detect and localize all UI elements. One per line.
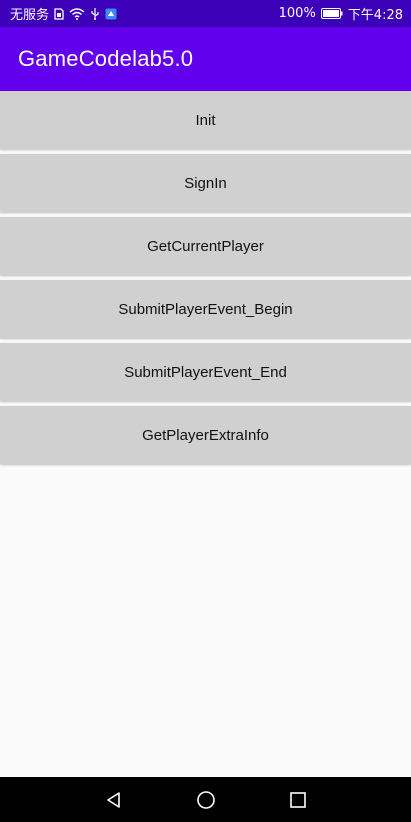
get-player-extra-info-button[interactable]: GetPlayerExtraInfo bbox=[0, 406, 411, 464]
wifi-icon bbox=[69, 7, 85, 20]
battery-icon bbox=[320, 8, 343, 19]
submit-player-event-end-button[interactable]: SubmitPlayerEvent_End bbox=[0, 343, 411, 401]
app-notification-icon bbox=[105, 8, 117, 20]
recents-icon[interactable] bbox=[286, 788, 310, 812]
home-icon[interactable] bbox=[194, 788, 218, 812]
sign-in-button[interactable]: SignIn bbox=[0, 154, 411, 212]
battery-percent: 100% bbox=[278, 6, 316, 21]
carrier-text: 无服务 bbox=[10, 8, 50, 23]
back-icon[interactable] bbox=[102, 788, 126, 812]
navigation-bar bbox=[0, 777, 411, 822]
button-list: Init SignIn GetCurrentPlayer SubmitPlaye… bbox=[0, 91, 411, 469]
app-bar: GameCodelab5.0 bbox=[0, 27, 411, 91]
init-button[interactable]: Init bbox=[0, 91, 411, 149]
get-current-player-button[interactable]: GetCurrentPlayer bbox=[0, 217, 411, 275]
status-left: 无服务 bbox=[10, 4, 117, 23]
usb-icon bbox=[90, 7, 100, 20]
status-right: 100% 下午4:28 bbox=[279, 4, 403, 23]
app-title: GameCodelab5.0 bbox=[18, 46, 194, 71]
submit-player-event-begin-button[interactable]: SubmitPlayerEvent_Begin bbox=[0, 280, 411, 338]
sim-icon bbox=[54, 7, 64, 20]
status-bar: 无服务 100% 下午4:28 bbox=[0, 0, 411, 27]
clock-time: 下午4:28 bbox=[347, 8, 403, 23]
